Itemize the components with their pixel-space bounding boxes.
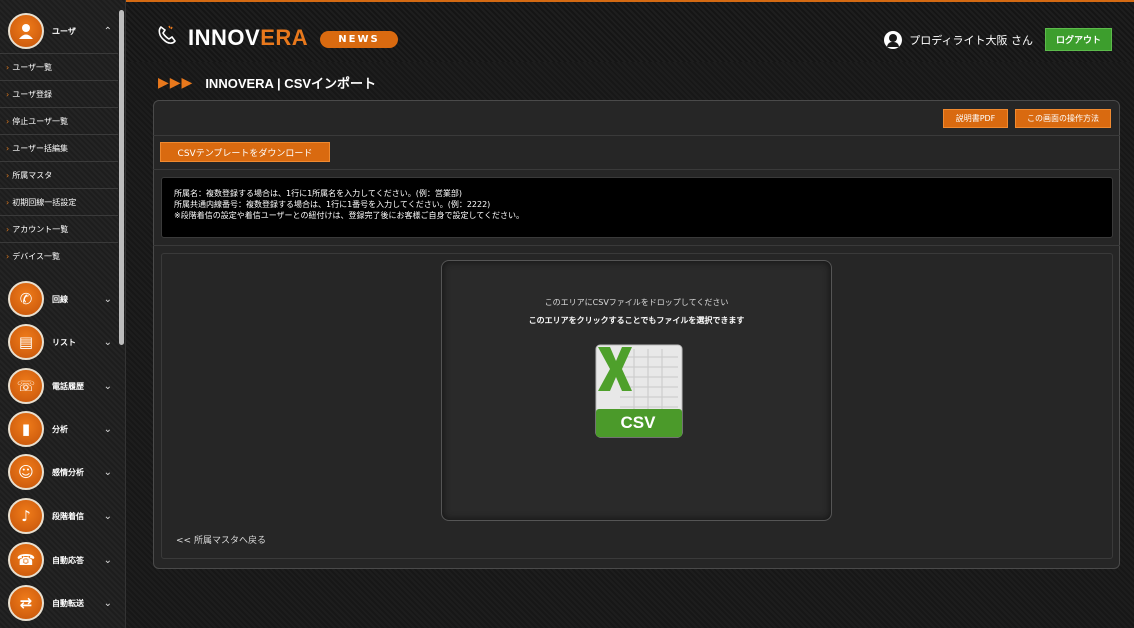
manual-pdf-button[interactable]: 説明書PDF: [943, 109, 1008, 128]
news-button[interactable]: NEWS: [320, 31, 398, 48]
auto-response-icon: ☎: [8, 542, 44, 578]
sidebar-menu-emotion-analysis[interactable]: ☺ 感情分析 ⌄: [0, 452, 118, 492]
csv-dropzone[interactable]: このエリアにCSVファイルをドロップしてください このエリアをクリックすることで…: [441, 260, 832, 521]
sidebar-menu-analysis[interactable]: ▮ 分析 ⌄: [0, 409, 118, 449]
caret-right-icon: ›: [6, 89, 10, 99]
user-area: プロディライト大阪 さん ログアウト: [884, 28, 1112, 51]
instruction-line: ※段階着信の設定や着信ユーザーとの紐付けは、登録完了後にお客様ご自身で設定してく…: [174, 211, 524, 220]
back-to-department-master-link[interactable]: << 所属マスタへ戻る: [176, 533, 266, 546]
caret-right-icon: ›: [6, 251, 10, 261]
caret-right-icon: ›: [6, 116, 10, 126]
sidebar-menu-label: ユーザ: [52, 26, 76, 36]
line-icon: ✆: [8, 281, 44, 317]
chevron-down-icon: ⌄: [103, 293, 112, 305]
chevron-down-icon: ⌄: [103, 380, 112, 392]
drop-hint: このエリアにCSVファイルをドロップしてください: [544, 298, 729, 307]
caret-right-icon: ›: [6, 143, 10, 153]
sidebar-menu-list[interactable]: ▤ リスト ⌄: [0, 322, 118, 362]
staged-ring-icon: ♪: [8, 498, 44, 534]
sidebar-item-initial-line-setup[interactable]: › 初期回線一括設定: [0, 188, 118, 215]
chevron-down-icon: ⌄: [103, 597, 112, 609]
chevron-down-icon: ⌄: [103, 336, 112, 348]
sidebar-item-device-list[interactable]: › デバイス一覧: [0, 242, 118, 269]
page-title: INNOVERA | CSVインポート: [205, 76, 377, 91]
instructions-box: 所属名：複数登録する場合は、1行に1所属名を入力してください。(例：営業部) 所…: [161, 177, 1113, 238]
top-header: INNOVERA NEWS プロディライト大阪 さん ログアウト: [126, 0, 1134, 62]
chevron-down-icon: ⌄: [103, 423, 112, 435]
sidebar-menu-line[interactable]: ✆ 回線 ⌄: [0, 279, 118, 319]
sidebar-item-department-master[interactable]: › 所属マスタ: [0, 161, 118, 188]
sidebar-item-suspended-users[interactable]: › 停止ユーザ一覧: [0, 107, 118, 134]
instruction-line: 所属共通内線番号：複数登録する場合は、1行に1番号を入力してください。(例：22…: [174, 200, 491, 209]
sidebar-item-bulk-edit[interactable]: › ユーザー括編集: [0, 134, 118, 161]
sidebar-menu-auto-forward[interactable]: ⇄ 自動転送 ⌄: [0, 583, 118, 623]
sidebar: ユーザ ⌃ › ユーザ一覧 › ユーザ登録 › 停止ユーザ一覧 › ユーザー括編集 › 所…: [0, 0, 126, 628]
account-icon: [884, 30, 903, 49]
chevron-up-icon: ⌃: [103, 25, 112, 37]
user-icon: [8, 13, 44, 49]
chevron-down-icon: ⌄: [103, 510, 112, 522]
analysis-icon: ▮: [8, 411, 44, 447]
phone-logo-icon: [156, 24, 178, 52]
caret-right-icon: ›: [6, 62, 10, 72]
howto-button[interactable]: この画面の操作方法: [1015, 109, 1111, 128]
emotion-analysis-icon: ☺: [8, 454, 44, 490]
sidebar-item-user-register[interactable]: › ユーザ登録: [0, 80, 118, 107]
page-heading: ▶▶▶ INNOVERA | CSVインポート: [158, 73, 376, 92]
auto-forward-icon: ⇄: [8, 585, 44, 621]
csv-icon-label: CSV: [620, 413, 656, 432]
sidebar-menu-call-history[interactable]: ☏ 電話履歴 ⌄: [0, 366, 118, 406]
triple-arrow-icon: ▶▶▶: [158, 74, 194, 90]
sidebar-menu-user[interactable]: ユーザ ⌃: [0, 11, 118, 51]
csv-template-download-button[interactable]: CSVテンプレートをダウンロード: [160, 142, 330, 162]
caret-right-icon: ›: [6, 197, 10, 207]
csv-file-icon: CSV: [590, 343, 686, 439]
chevron-down-icon: ⌄: [103, 466, 112, 478]
chevron-down-icon: ⌄: [103, 554, 112, 566]
user-name: プロディライト大阪 さん: [909, 33, 1033, 47]
brand-name-accent: ERA: [260, 25, 309, 50]
sidebar-scrollbar[interactable]: [119, 10, 124, 345]
divider: [153, 169, 1120, 170]
sidebar-menu-auto-response[interactable]: ☎ 自動応答 ⌄: [0, 540, 118, 580]
sidebar-item-user-list[interactable]: › ユーザ一覧: [0, 53, 118, 80]
call-history-icon: ☏: [8, 368, 44, 404]
instruction-line: 所属名：複数登録する場合は、1行に1所属名を入力してください。(例：営業部): [174, 189, 462, 198]
list-icon: ▤: [8, 324, 44, 360]
sidebar-menu-staged-ring[interactable]: ♪ 段階着信 ⌄: [0, 496, 118, 536]
brand-name: INNOV: [188, 25, 261, 50]
caret-right-icon: ›: [6, 224, 10, 234]
sidebar-item-account-list[interactable]: › アカウント一覧: [0, 215, 118, 242]
divider: [153, 245, 1120, 246]
logout-button[interactable]: ログアウト: [1044, 28, 1112, 51]
click-hint: このエリアをクリックすることでもファイルを選択できます: [528, 316, 745, 325]
brand-logo[interactable]: INNOVERA: [156, 24, 308, 52]
caret-right-icon: ›: [6, 170, 10, 180]
